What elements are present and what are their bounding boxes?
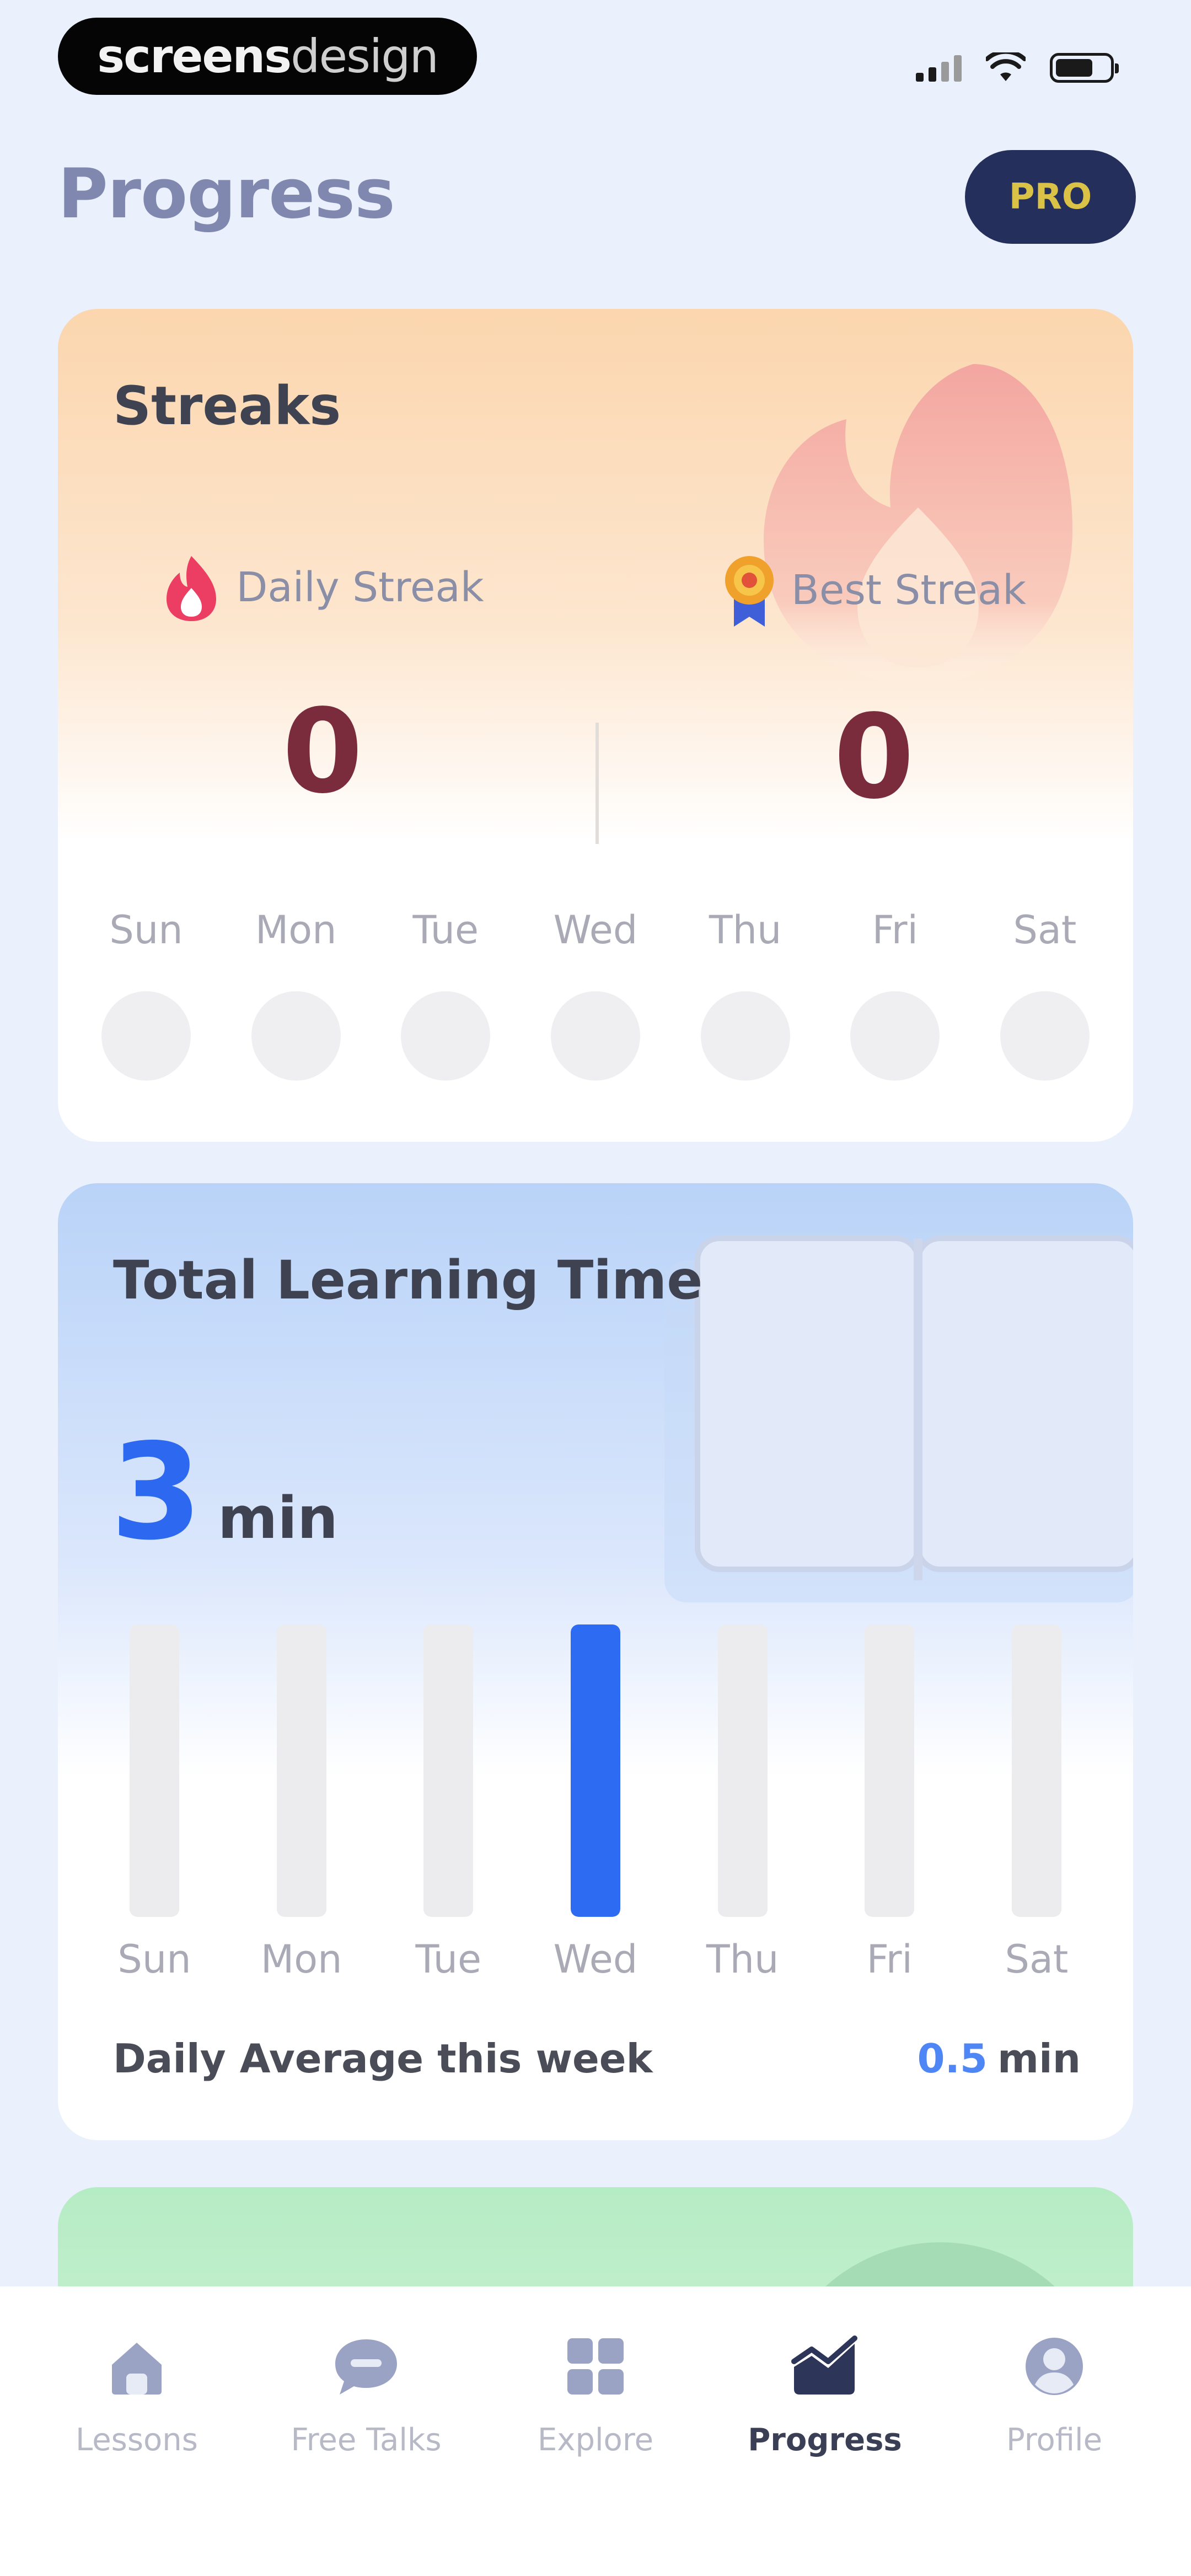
grid-icon	[560, 2331, 631, 2402]
flame-icon	[167, 556, 217, 621]
nav-item-explore[interactable]: Explore	[496, 2331, 695, 2458]
bar-day-label: Thu	[706, 1937, 779, 1982]
bar-track	[276, 1624, 326, 1917]
bar-track	[717, 1624, 768, 1917]
person-icon	[1018, 2331, 1090, 2402]
bar-day-label: Fri	[866, 1937, 913, 1982]
bar-day-label: Wed	[553, 1937, 638, 1982]
nav-item-progress[interactable]: Progress	[726, 2331, 924, 2458]
total-learning-time: 3 min	[110, 1426, 338, 1558]
day-label: Tue	[412, 907, 479, 953]
streaks-title: Streaks	[113, 375, 341, 437]
daily-average-number: 0.5	[917, 2035, 988, 2082]
medal-icon	[725, 556, 774, 627]
daily-average-unit: min	[997, 2035, 1081, 2082]
day-status-dot	[401, 991, 491, 1081]
status-icons	[916, 49, 1119, 87]
bar-day-label: Tue	[415, 1937, 482, 1982]
total-time-value: 3	[110, 1415, 202, 1569]
chart-icon	[789, 2331, 861, 2402]
total-time-unit: min	[218, 1484, 339, 1552]
nav-label-explore: Explore	[537, 2422, 654, 2458]
brand-text-bold: screens	[97, 29, 292, 83]
cellular-signal-icon	[916, 54, 962, 82]
bar-column: Tue	[396, 1624, 501, 2033]
nav-label-free-talks: Free Talks	[291, 2422, 442, 2458]
progress-screen: screens design Progress PRO Streaks Dail…	[0, 0, 1191, 2576]
daily-streak-label: Daily Streak	[236, 564, 484, 611]
day-status-dot	[1000, 991, 1090, 1081]
best-streak-stat: Best Streak 0	[653, 552, 1095, 825]
daily-average-label: Daily Average this week	[113, 2035, 653, 2082]
page-title: Progress	[58, 154, 395, 234]
pro-badge-button[interactable]: PRO	[965, 150, 1136, 244]
nav-item-lessons[interactable]: Lessons	[37, 2331, 236, 2458]
book-decoration-icon	[664, 1236, 1133, 1602]
streak-day: Thu	[700, 907, 790, 1081]
house-icon	[101, 2331, 173, 2402]
nav-item-free-talks[interactable]: Free Talks	[267, 2331, 465, 2458]
nav-item-profile[interactable]: Profile	[955, 2331, 1154, 2458]
bottom-navigation: Lessons Free Talks Explore Progress Prof…	[0, 2286, 1191, 2576]
learning-time-card[interactable]: Total Learning Time 3 min Sun Mon Tue We…	[58, 1183, 1133, 2140]
day-label: Sun	[109, 907, 183, 953]
streak-day: Sat	[1000, 907, 1090, 1081]
bar-column: Fri	[837, 1624, 942, 2033]
day-label: Fri	[872, 907, 918, 953]
bar-fill	[570, 1624, 620, 1917]
day-status-dot	[101, 991, 191, 1081]
day-status-dot	[251, 991, 341, 1081]
bar-column: Wed	[543, 1624, 648, 2033]
day-status-dot	[550, 991, 640, 1081]
daily-streak-stat: Daily Streak 0	[102, 552, 543, 819]
bar-column: Mon	[249, 1624, 354, 2033]
bar-column: Sat	[984, 1624, 1089, 2033]
battery-icon	[1050, 53, 1119, 83]
best-streak-value: 0	[833, 690, 915, 825]
daily-streak-value: 0	[282, 684, 363, 819]
day-label: Mon	[255, 907, 337, 953]
bar-track	[130, 1624, 179, 1917]
bar-day-label: Sat	[1005, 1937, 1069, 1982]
streaks-card[interactable]: Streaks Daily Streak 0 Best Streak 0 Sun…	[58, 309, 1133, 1142]
streak-day: Tue	[401, 907, 491, 1081]
weekly-time-bars: Sun Mon Tue Wed Thu Fri Sat	[102, 1624, 1089, 2033]
nav-label-profile: Profile	[1006, 2422, 1103, 2458]
nav-label-progress: Progress	[748, 2422, 902, 2458]
day-label: Sat	[1013, 907, 1077, 953]
nav-label-lessons: Lessons	[76, 2422, 198, 2458]
bar-column: Thu	[690, 1624, 795, 2033]
bar-track	[865, 1624, 915, 1917]
brand-text-light: design	[291, 29, 439, 83]
bar-track	[570, 1624, 620, 1917]
day-status-dot	[850, 991, 940, 1081]
learning-time-title: Total Learning Time	[113, 1249, 703, 1311]
bar-day-label: Sun	[117, 1937, 191, 1982]
bar-track	[423, 1624, 474, 1917]
chat-bubble-icon	[330, 2331, 402, 2402]
status-bar: screens design	[0, 0, 1191, 121]
brand-watermark: screens design	[58, 18, 477, 95]
streak-week-row: Sun Mon Tue Wed Thu Fri Sat	[101, 907, 1090, 1081]
daily-average-value: 0.5 min	[917, 2035, 1081, 2082]
bar-day-label: Mon	[260, 1937, 342, 1982]
day-label: Wed	[553, 907, 638, 953]
wifi-icon	[986, 52, 1026, 81]
bar-track	[1011, 1624, 1061, 1917]
streak-divider	[596, 723, 599, 844]
best-streak-label: Best Streak	[791, 566, 1026, 614]
streak-day: Wed	[550, 907, 640, 1081]
day-status-dot	[700, 991, 790, 1081]
streak-day: Fri	[850, 907, 940, 1081]
streak-day: Sun	[101, 907, 191, 1081]
day-label: Thu	[709, 907, 782, 953]
bar-column: Sun	[102, 1624, 207, 2033]
streak-day: Mon	[251, 907, 341, 1081]
